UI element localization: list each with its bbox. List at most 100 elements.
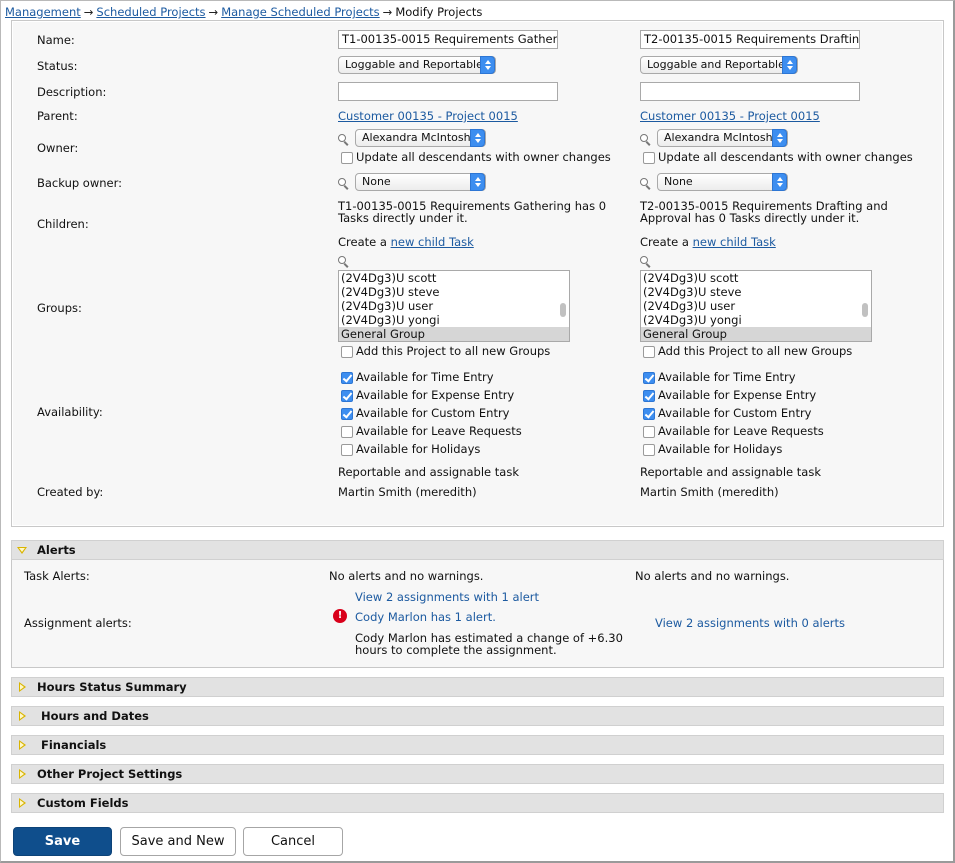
breadcrumb-separator: →	[382, 5, 393, 19]
scrollbar[interactable]	[559, 271, 568, 341]
project1-description-input[interactable]	[338, 82, 558, 101]
project1-leave-requests-checkbox[interactable]	[341, 426, 353, 438]
project1-alert-name-link[interactable]: Cody Marlon has 1 alert.	[355, 610, 496, 624]
section-title: Hours and Dates	[41, 709, 149, 723]
list-item-selected[interactable]: General Group	[641, 327, 871, 341]
scrollbar-thumb[interactable]	[560, 303, 566, 317]
project2-owner-value: Alexandra McIntosh	[664, 131, 773, 144]
project1-create-prefix: Create a	[338, 235, 387, 249]
search-icon[interactable]	[338, 134, 350, 146]
list-item-selected[interactable]: General Group	[339, 327, 569, 341]
project2-created-by: Martin Smith (meredith)	[640, 485, 779, 499]
project1-alert-detail-line2: hours to complete the assignment.	[355, 643, 557, 657]
alerts-section-header[interactable]: Alerts	[11, 540, 944, 560]
project2-owner-descendants-checkbox[interactable]	[643, 152, 655, 164]
created-by-label: Created by:	[37, 485, 104, 499]
project1-holidays-label: Available for Holidays	[356, 442, 481, 456]
section-title: Hours Status Summary	[37, 680, 187, 694]
search-icon[interactable]	[640, 178, 652, 190]
project1-holidays-checkbox[interactable]	[341, 444, 353, 456]
parent-label: Parent:	[37, 109, 78, 123]
list-item[interactable]: (2V4Dg3)U user	[339, 299, 569, 313]
project2-add-to-groups-checkbox[interactable]	[643, 346, 655, 358]
project2-status-select[interactable]: Loggable and Reportable	[640, 56, 798, 74]
chevron-updown-icon	[772, 129, 787, 147]
project1-new-child-task-link[interactable]: new child Task	[391, 235, 474, 249]
project2-time-entry-checkbox[interactable]	[643, 372, 655, 384]
project1-created-by: Martin Smith (meredith)	[338, 485, 477, 499]
project1-owner-select[interactable]: Alexandra McIntosh	[355, 129, 486, 147]
chevron-updown-icon	[772, 173, 787, 191]
scrollbar-thumb[interactable]	[862, 303, 868, 317]
project2-parent-link[interactable]: Customer 00135 - Project 0015	[640, 109, 820, 123]
breadcrumb-separator: →	[208, 5, 219, 19]
project1-children-text-line2: Tasks directly under it.	[338, 211, 468, 225]
project2-groups-listbox[interactable]: (2V4Dg3)U scott (2V4Dg3)U steve (2V4Dg3)…	[640, 270, 872, 342]
section-title: Financials	[41, 738, 107, 752]
project1-view-assignments-link[interactable]: View 2 assignments with 1 alert	[355, 590, 539, 604]
project2-name-input[interactable]: T2-00135-0015 Requirements Drafting	[640, 30, 860, 49]
breadcrumb-management[interactable]: Management	[5, 5, 81, 19]
list-item[interactable]: (2V4Dg3)U user	[641, 299, 871, 313]
list-item[interactable]: (2V4Dg3)U scott	[339, 271, 569, 285]
scrollbar[interactable]	[861, 271, 870, 341]
project1-custom-entry-checkbox[interactable]	[341, 408, 353, 420]
search-icon[interactable]	[640, 134, 652, 146]
section-hours-status-summary[interactable]: Hours Status Summary	[11, 677, 944, 697]
project1-parent-link[interactable]: Customer 00135 - Project 0015	[338, 109, 518, 123]
project2-holidays-checkbox[interactable]	[643, 444, 655, 456]
project1-name-input[interactable]: T1-00135-0015 Requirements Gatheri	[338, 30, 558, 49]
project2-holidays-label: Available for Holidays	[658, 442, 783, 456]
list-item[interactable]: (2V4Dg3)U yongi	[641, 313, 871, 327]
chevron-updown-icon	[470, 129, 485, 147]
project2-add-to-groups-label: Add this Project to all new Groups	[658, 344, 853, 358]
project2-owner-descendants-label: Update all descendants with owner change…	[658, 150, 913, 164]
project1-task-alerts-text: No alerts and no warnings.	[329, 569, 484, 583]
project1-expense-entry-checkbox[interactable]	[341, 390, 353, 402]
chevron-updown-icon	[470, 173, 485, 191]
save-and-new-button[interactable]: Save and New	[120, 827, 236, 856]
project1-expense-entry-label: Available for Expense Entry	[356, 388, 515, 402]
availability-label: Availability:	[37, 405, 103, 419]
section-financials[interactable]: Financials	[11, 735, 944, 755]
project2-new-child-task-link[interactable]: new child Task	[693, 235, 776, 249]
cancel-button[interactable]: Cancel	[243, 827, 343, 856]
expanded-triangle-icon	[17, 547, 27, 554]
list-item[interactable]: (2V4Dg3)U scott	[641, 271, 871, 285]
collapsed-triangle-icon	[19, 769, 26, 779]
project2-backup-owner-select[interactable]: None	[657, 173, 788, 191]
project2-leave-requests-checkbox[interactable]	[643, 426, 655, 438]
project1-time-entry-label: Available for Time Entry	[356, 370, 494, 384]
project1-backup-owner-select[interactable]: None	[355, 173, 486, 191]
project2-owner-select[interactable]: Alexandra McIntosh	[657, 129, 788, 147]
search-icon[interactable]	[338, 256, 350, 268]
project1-add-to-groups-checkbox[interactable]	[341, 346, 353, 358]
breadcrumb: Management → Scheduled Projects → Manage Sch…	[5, 5, 482, 19]
save-button[interactable]: Save	[13, 827, 112, 856]
project1-groups-listbox[interactable]: (2V4Dg3)U scott (2V4Dg3)U steve (2V4Dg3)…	[338, 270, 570, 342]
project1-status-select[interactable]: Loggable and Reportable	[338, 56, 496, 74]
section-custom-fields[interactable]: Custom Fields	[11, 793, 944, 813]
project2-description-input[interactable]	[640, 82, 860, 101]
section-title: Custom Fields	[37, 796, 129, 810]
list-item[interactable]: (2V4Dg3)U steve	[339, 285, 569, 299]
owner-label: Owner:	[37, 141, 79, 155]
list-item[interactable]: (2V4Dg3)U steve	[641, 285, 871, 299]
project1-time-entry-checkbox[interactable]	[341, 372, 353, 384]
project2-status-value: Loggable and Reportable	[647, 58, 785, 71]
list-item[interactable]: (2V4Dg3)U yongi	[339, 313, 569, 327]
project2-expense-entry-checkbox[interactable]	[643, 390, 655, 402]
section-hours-and-dates[interactable]: Hours and Dates	[11, 706, 944, 726]
section-other-project-settings[interactable]: Other Project Settings	[11, 764, 944, 784]
project2-task-alerts-text: No alerts and no warnings.	[635, 569, 790, 583]
breadcrumb-scheduled-projects[interactable]: Scheduled Projects	[96, 5, 205, 19]
search-icon[interactable]	[640, 256, 652, 268]
project1-leave-requests-label: Available for Leave Requests	[356, 424, 522, 438]
breadcrumb-current: Modify Projects	[395, 5, 483, 19]
search-icon[interactable]	[338, 178, 350, 190]
project2-backup-owner-value: None	[664, 175, 693, 188]
project1-owner-descendants-checkbox[interactable]	[341, 152, 353, 164]
breadcrumb-manage-scheduled-projects[interactable]: Manage Scheduled Projects	[221, 5, 379, 19]
project2-view-assignments-link[interactable]: View 2 assignments with 0 alerts	[655, 616, 845, 630]
project2-custom-entry-checkbox[interactable]	[643, 408, 655, 420]
